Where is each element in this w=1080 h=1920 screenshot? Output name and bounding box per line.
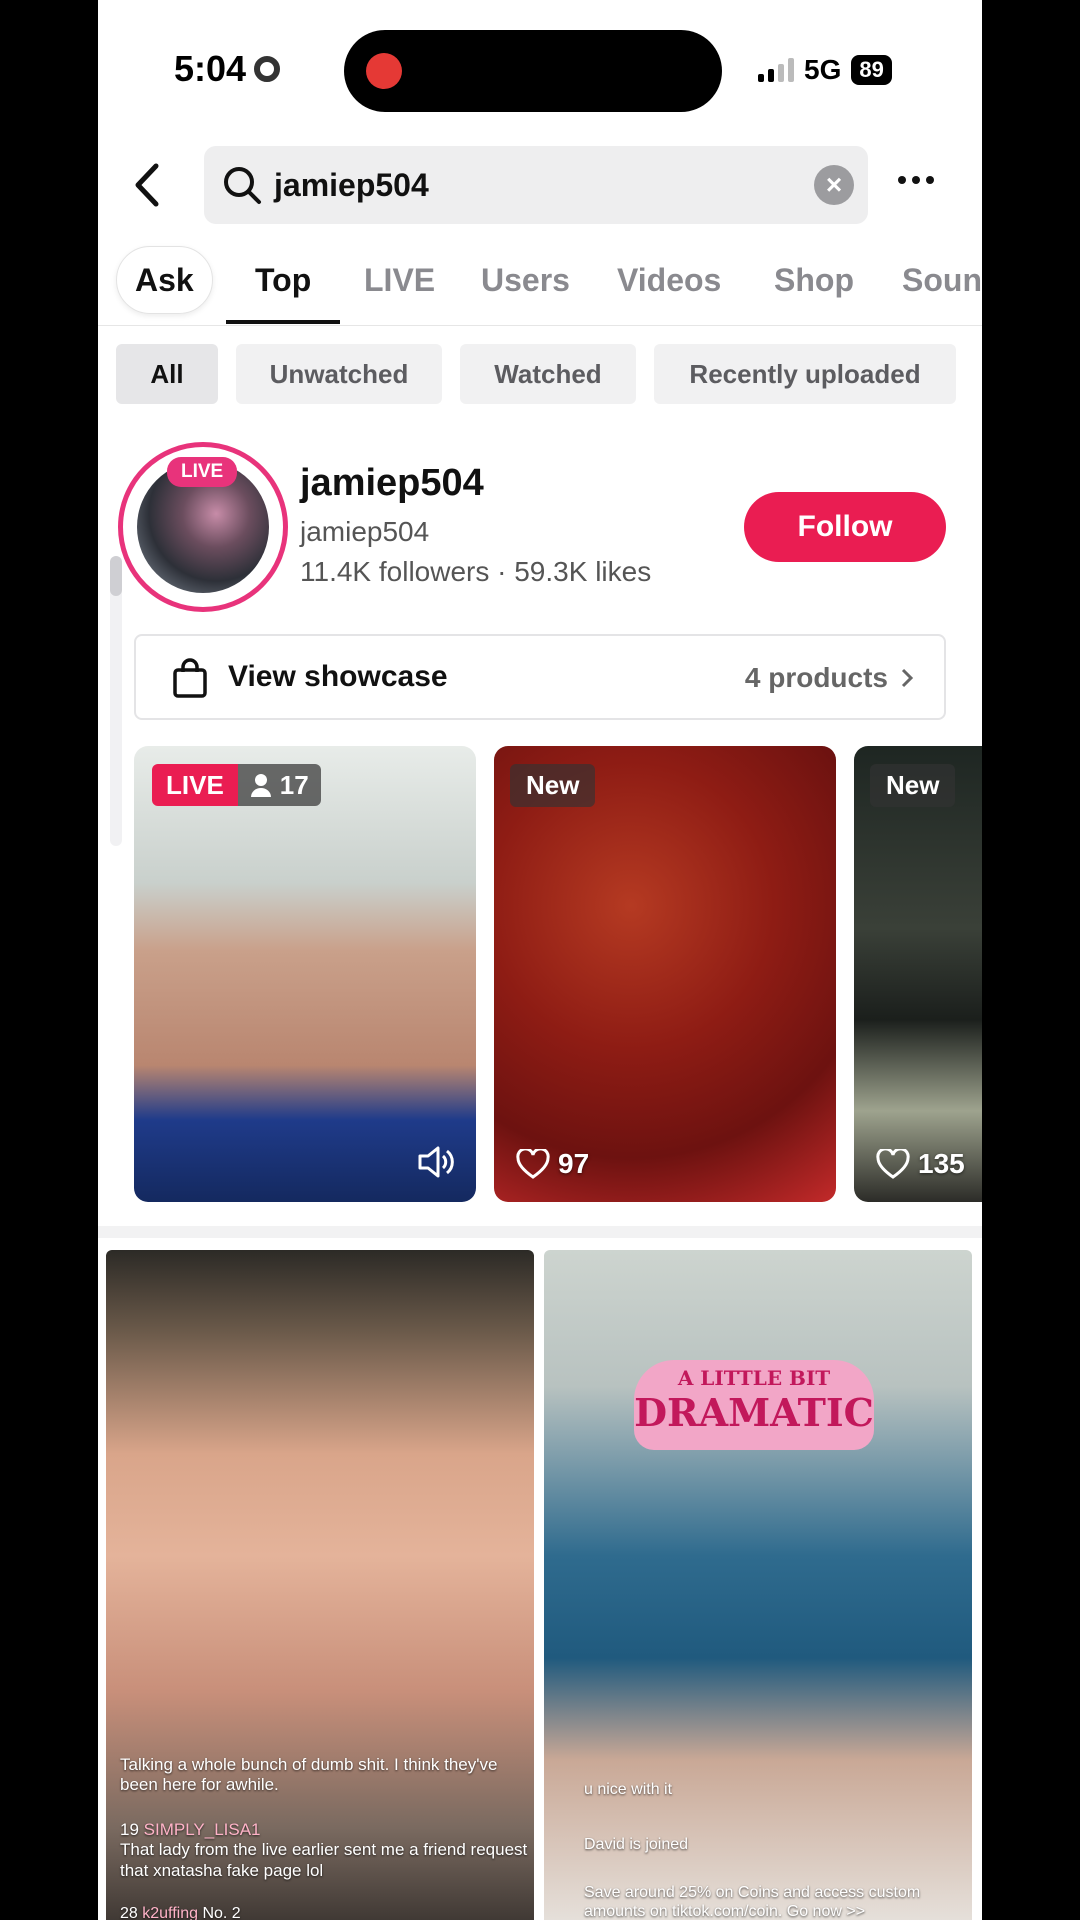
coin-promo: Save around 25% on Coins and access cust… [584,1884,921,1920]
live-footer: 28 k2uffing No. 2 [120,1904,530,1920]
live-comment: 19 SIMPLY_LISA1 That lady from the live … [120,1820,530,1881]
thumbnail-video[interactable]: New 135 [854,746,982,1202]
dynamic-island [344,30,722,112]
active-tab-indicator [226,320,340,324]
filter-all[interactable]: All [116,344,218,404]
tab-live[interactable]: LIVE [364,262,435,299]
thumbnail-video[interactable]: New 97 [494,746,836,1202]
video-caption: Talking a whole bunch of dumb shit. I th… [120,1755,498,1795]
signal-icon [758,58,794,82]
sticker-top-text: A LITTLE BIT [677,1366,831,1390]
video-card[interactable]: Talking a whole bunch of dumb shit. I th… [106,1250,534,1920]
search-input[interactable]: jamiep504 × [204,146,868,224]
shopping-bag-icon [173,658,207,698]
showcase-row[interactable]: View showcase 4 products [134,634,946,720]
footer-level: 28 [120,1905,138,1920]
viewer-count-text: 17 [279,769,309,800]
live-comment: u nice with it [584,1781,673,1798]
battery-icon: 89 [851,55,892,85]
time-text: 5:04 [174,48,247,89]
user-display-name[interactable]: jamiep504 [300,462,484,505]
phone-screen: 5:04 5G 89 jamiep504 × Ask Top LIVE User… [98,0,982,1920]
tab-users[interactable]: Users [481,262,570,299]
live-label: LIVE [152,764,238,806]
products-count: 4 products [744,662,888,693]
filter-watched[interactable]: Watched [460,344,636,404]
status-bar: 5:04 5G 89 [98,0,982,140]
user-stats: 11.4K followers · 59.3K likes [300,556,652,587]
person-icon [250,774,271,797]
join-notice: David is joined [584,1836,689,1853]
sound-on-icon[interactable] [416,1144,456,1180]
clear-search-icon[interactable]: × [814,165,854,205]
live-badge: LIVE [167,457,238,487]
showcase-label: View showcase [228,660,448,693]
live-viewer-badge: LIVE 17 [152,764,321,806]
footer-rank: No. 2 [202,1905,241,1920]
status-time: 5:04 [174,48,281,90]
heart-icon [516,1149,550,1179]
dramatic-sticker: A LITTLE BIT DRAMATIC [634,1360,874,1450]
filter-recently-uploaded[interactable]: Recently uploaded [654,344,956,404]
more-options-icon[interactable] [898,176,934,184]
comment-text: That lady from the live earlier sent me … [120,1840,528,1880]
like-count-text: 135 [918,1148,965,1179]
avatar[interactable]: LIVE [118,442,288,612]
back-arrow-icon[interactable] [128,160,168,210]
follow-button[interactable]: Follow [744,492,946,562]
new-badge: New [870,764,956,807]
search-icon [224,167,261,204]
sticker-main-text: DRAMATIC [634,1390,874,1435]
status-right: 5G 89 [758,54,892,86]
screen-record-icon [254,56,281,82]
search-tabs: Ask Top LIVE Users Videos Shop Soun [98,246,982,326]
tab-sounds[interactable]: Soun [902,262,982,299]
like-count: 97 [516,1148,589,1180]
tab-shop[interactable]: Shop [774,262,854,299]
comment-user: SIMPLY_LISA1 [143,1820,261,1839]
heart-icon [876,1149,910,1179]
tab-videos[interactable]: Videos [617,262,721,299]
viewer-count: 17 [237,764,321,806]
tab-top[interactable]: Top [255,262,311,299]
like-count-text: 97 [558,1148,590,1179]
chevron-right-icon [901,668,914,688]
filter-unwatched[interactable]: Unwatched [236,344,442,404]
scrollbar[interactable] [110,556,122,846]
comment-level: 19 [120,1820,139,1839]
search-query: jamiep504 [274,166,429,203]
section-divider [98,1226,982,1238]
network-label: 5G [804,54,842,85]
video-card[interactable]: A LITTLE BIT DRAMATIC u nice with it Dav… [544,1250,972,1920]
like-count: 135 [876,1148,965,1180]
user-username: jamiep504 [300,516,430,547]
showcase-products: 4 products [745,662,914,694]
thumbnail-live[interactable]: LIVE 17 [134,746,476,1202]
recording-indicator-icon [366,53,402,89]
new-badge: New [510,764,596,807]
footer-user: k2uffing [142,1905,198,1920]
tab-ask[interactable]: Ask [116,246,213,314]
